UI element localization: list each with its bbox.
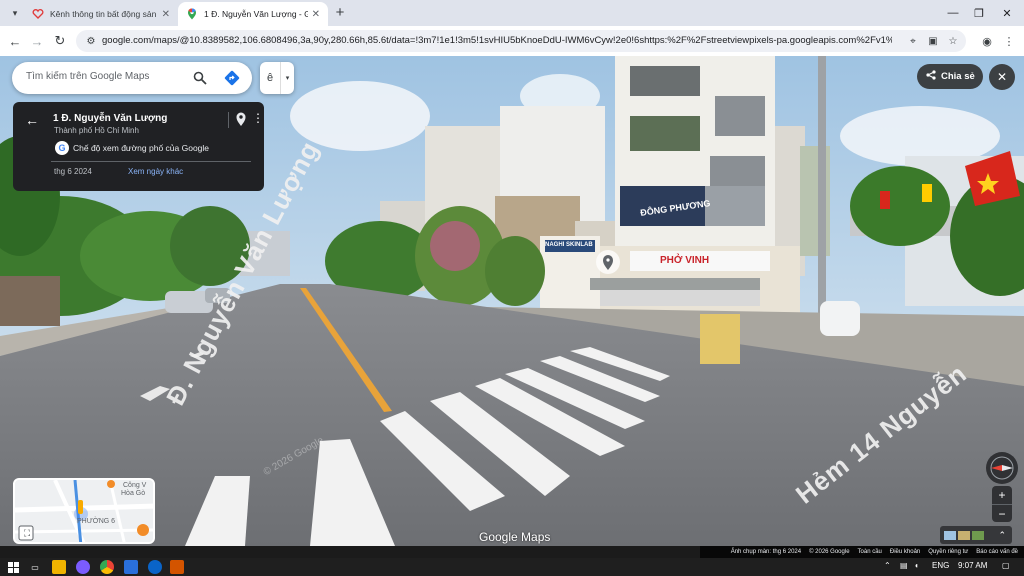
task-view-icon[interactable]: ▭ (28, 560, 42, 574)
location-icon[interactable]: ⌖ (906, 34, 920, 48)
divider (228, 112, 229, 128)
zoom-in-icon[interactable]: + (992, 486, 1012, 504)
expand-map-icon[interactable]: ⛶ (21, 527, 33, 539)
more-options-icon[interactable]: ⋮ (252, 111, 264, 125)
app-icon[interactable] (170, 560, 184, 574)
tab-search-chevron-icon[interactable]: ▾ (6, 4, 24, 22)
tab-close-icon[interactable]: ✕ (312, 9, 320, 20)
windows-taskbar: ▭ ⌃ ▤ ◖ ENG 9:07 AM ▢ (0, 558, 1024, 576)
divider (51, 161, 251, 162)
tab-strip: ▾ Kênh thông tin bất động sản - ✕ 1 Đ. N… (0, 0, 1024, 26)
street-view-mode-label: Chế độ xem đường phố của Google (73, 143, 210, 153)
restore-icon[interactable]: ❐ (966, 3, 992, 23)
url-text[interactable]: google.com/maps/@10.8389582,106.6808496,… (102, 34, 892, 48)
minimap-label: PHƯỜNG 6 (77, 518, 116, 525)
shop-sign-pho-vinh: PHỞ VINH (660, 255, 710, 266)
clock[interactable]: 9:07 AM (958, 561, 987, 570)
search-icon[interactable] (192, 70, 208, 86)
report-problem-link[interactable]: Báo cáo vấn đề (976, 549, 1018, 555)
tab-title: Kênh thông tin bất động sản - (50, 9, 158, 19)
address-bar[interactable]: ⚙ google.com/maps/@10.8389582,106.680849… (76, 30, 966, 52)
attribution-bar: Ảnh chụp màn: thg 6 2024 © 2026 Google T… (700, 546, 1024, 558)
start-windows-icon[interactable] (6, 560, 20, 574)
global-link[interactable]: Toàn cầu (858, 549, 882, 555)
tab-real-estate[interactable]: Kênh thông tin bất động sản - ✕ (24, 2, 178, 26)
google-logo-icon: G (55, 141, 69, 155)
back-arrow-icon[interactable]: ← (6, 32, 24, 50)
site-info-icon[interactable]: ⚙ (84, 34, 98, 48)
tab-close-icon[interactable]: ✕ (162, 9, 170, 20)
directions-icon[interactable] (224, 70, 240, 86)
zalo-icon[interactable] (124, 560, 138, 574)
share-button[interactable]: Chia sẻ (917, 64, 983, 89)
notifications-icon[interactable]: ▢ (1002, 561, 1010, 570)
layer-button[interactable]: ê ▾ (260, 62, 294, 94)
network-icon[interactable]: ▤ (900, 561, 908, 570)
close-street-view-icon[interactable]: ✕ (989, 64, 1015, 90)
thumbnail[interactable] (958, 530, 970, 540)
see-other-dates-link[interactable]: Xem ngày khác (128, 167, 183, 176)
google-maps-watermark: Google Maps (479, 530, 551, 544)
place-subtitle: Thành phố Hồ Chí Minh (54, 126, 139, 135)
location-pin-icon[interactable] (234, 111, 248, 127)
shop-sign-skinlab: NAGHI SKINLAB (545, 242, 593, 248)
file-explorer-icon[interactable] (52, 560, 66, 574)
maps-search-box (12, 62, 252, 94)
share-label: Chia sẻ (941, 71, 975, 82)
minimap-label: Hòa Gò (121, 490, 146, 497)
input-language[interactable]: ENG (932, 561, 949, 570)
real-estate-favicon-icon (32, 8, 44, 20)
street-view-info-card: ← 1 Đ. Nguyễn Văn Lượng Thành phố Hồ Chí… (13, 102, 264, 191)
menu-kebab-icon[interactable]: ⋮ (1000, 32, 1018, 50)
new-tab-button[interactable]: + (332, 4, 348, 22)
minimap-label: Công V (123, 482, 147, 489)
place-title: 1 Đ. Nguyễn Văn Lượng (53, 113, 168, 124)
privacy-link[interactable]: Quyền riêng tư (928, 549, 968, 555)
back-arrow-icon[interactable]: ← (25, 112, 39, 128)
share-icon (926, 70, 936, 83)
chevron-up-icon[interactable]: ⌃ (998, 530, 1006, 541)
chrome-icon[interactable] (100, 560, 114, 574)
bookmark-star-icon[interactable]: ☆ (946, 34, 960, 48)
search-input[interactable] (26, 71, 186, 82)
tray-chevron-icon[interactable]: ⌃ (884, 561, 891, 570)
browser-toolbar: ← → ↻ ⚙ google.com/maps/@10.8389582,106.… (0, 26, 1024, 56)
terms-link[interactable]: Điều khoản (890, 549, 920, 555)
tab-title: 1 Đ. Nguyễn Văn Lượng - Goog (204, 9, 308, 19)
copyright: © 2026 Google (809, 549, 850, 555)
install-app-icon[interactable]: ▣ (926, 34, 940, 48)
compass-icon[interactable] (986, 452, 1018, 484)
profile-icon[interactable]: ◉ (978, 32, 996, 50)
layer-icon: ê (266, 72, 274, 84)
minimize-icon[interactable]: — (940, 3, 966, 23)
window-close-icon[interactable]: ✕ (994, 3, 1020, 23)
tab-google-maps[interactable]: 1 Đ. Nguyễn Văn Lượng - Goog ✕ (178, 2, 328, 26)
edge-icon[interactable] (148, 560, 162, 574)
capture-info: Ảnh chụp màn: thg 6 2024 (730, 549, 802, 555)
reload-icon[interactable]: ↻ (51, 32, 69, 50)
thumbnail[interactable] (972, 530, 984, 540)
thumbnail[interactable] (944, 530, 956, 540)
zoom-control: + − (992, 486, 1012, 522)
chevron-down-icon[interactable]: ▾ (280, 62, 294, 94)
google-maps-favicon-icon (186, 8, 198, 20)
minimap[interactable]: Công V Hòa Gò PHƯỜNG 6 ⛶ (13, 478, 155, 544)
volume-icon[interactable]: ◖ (914, 561, 919, 570)
forward-arrow-icon[interactable]: → (28, 32, 46, 50)
photo-thumbnails[interactable]: ⌃ (940, 526, 1012, 544)
viber-icon[interactable] (76, 560, 90, 574)
zoom-out-icon[interactable]: − (992, 504, 1012, 522)
capture-date: thg 6 2024 (54, 167, 92, 176)
